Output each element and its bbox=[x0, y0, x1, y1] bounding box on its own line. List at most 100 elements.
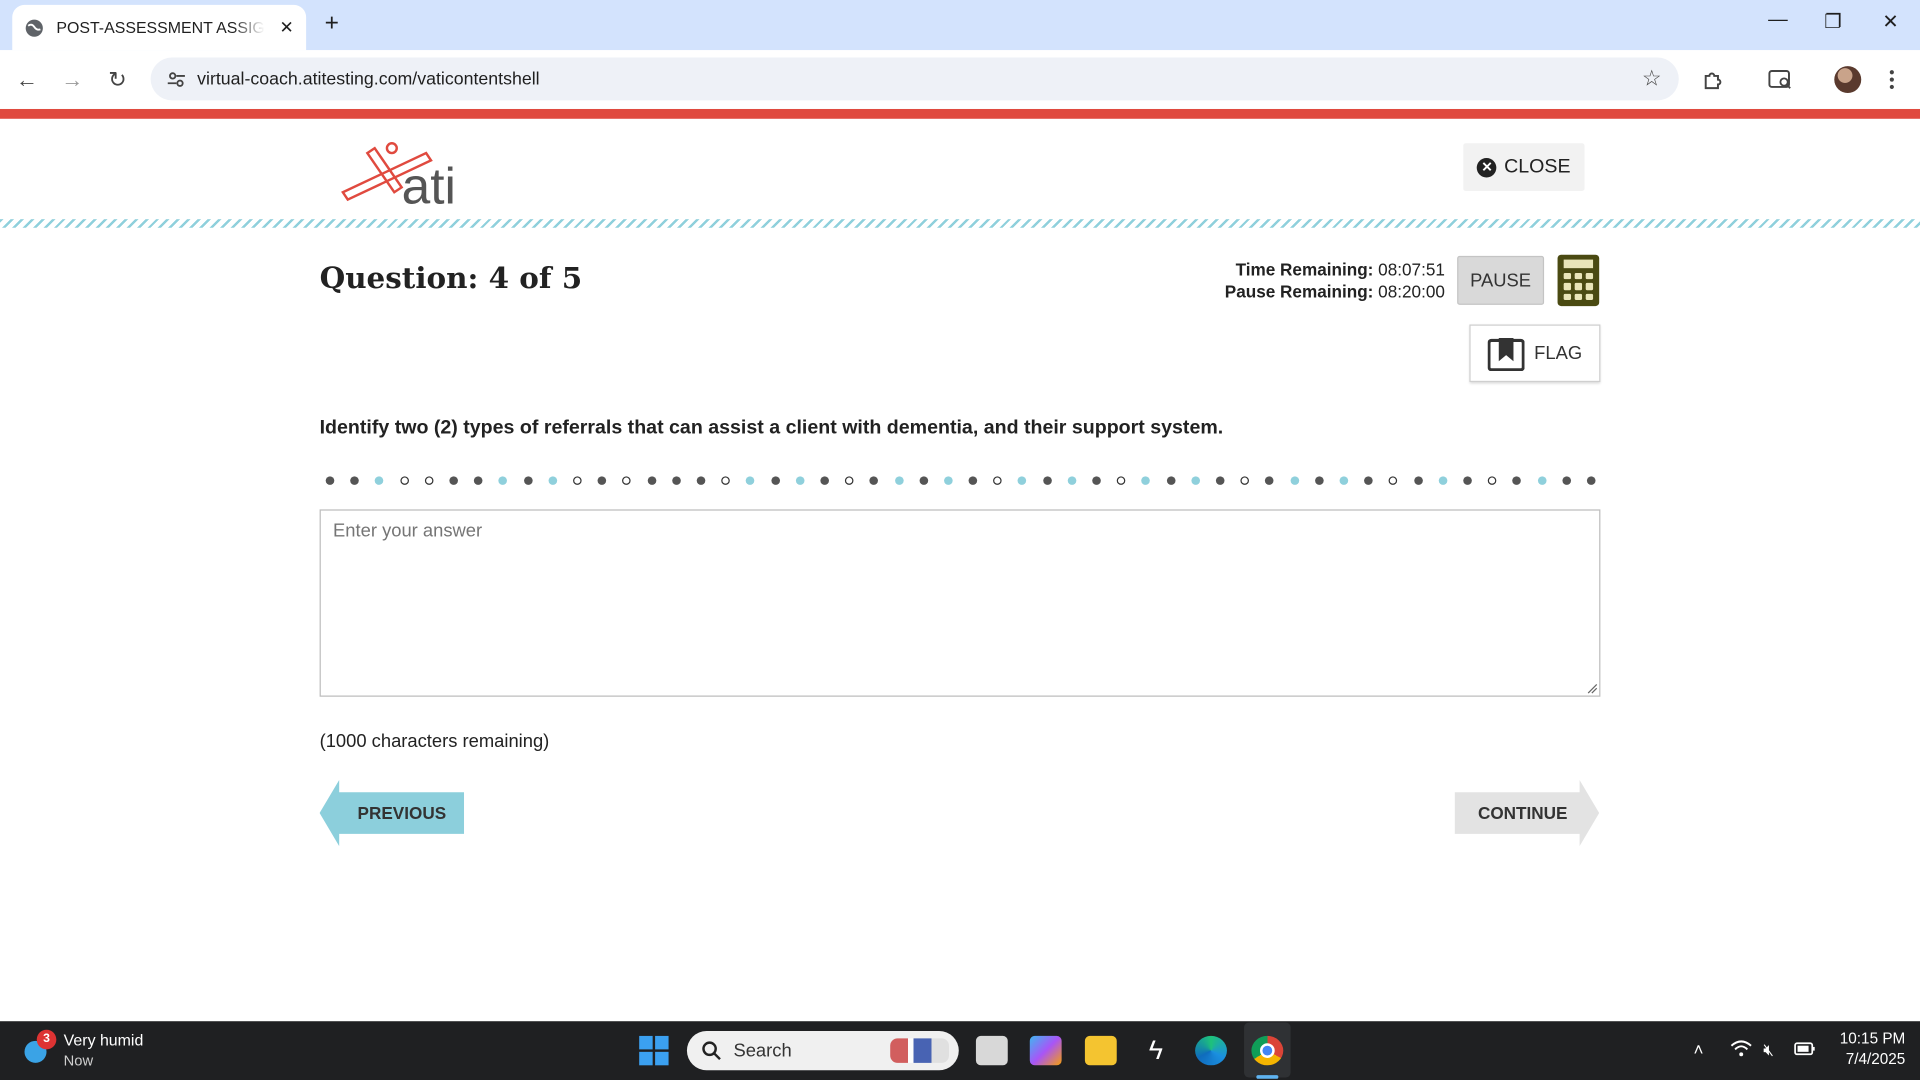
tab-close-icon[interactable]: ✕ bbox=[280, 17, 294, 38]
extensions-icon[interactable] bbox=[1698, 65, 1727, 94]
separator-dot bbox=[820, 476, 829, 485]
time-remaining-label: Time Remaining: bbox=[1235, 259, 1374, 280]
restore-icon[interactable]: ❐ bbox=[1818, 10, 1847, 34]
url-text: virtual-coach.atitesting.com/vaticontent… bbox=[197, 69, 540, 89]
separator-dot bbox=[1215, 476, 1225, 485]
close-label: CLOSE bbox=[1504, 156, 1571, 177]
new-tab-icon[interactable]: + bbox=[318, 11, 345, 38]
tab-search-icon[interactable] bbox=[1766, 65, 1795, 94]
separator-dot bbox=[894, 476, 904, 485]
forward-icon[interactable]: → bbox=[58, 65, 87, 94]
chrome-icon[interactable] bbox=[1251, 1035, 1284, 1066]
pause-remaining-label: Pause Remaining: bbox=[1224, 281, 1374, 302]
battery-icon[interactable] bbox=[1794, 1040, 1816, 1061]
clock-date: 7/4/2025 bbox=[1845, 1050, 1906, 1068]
task-view-icon[interactable] bbox=[975, 1035, 1008, 1066]
browser-tab[interactable]: POST-ASSESSMENT ASSIGNMENT ✕ bbox=[12, 4, 307, 51]
separator-dot bbox=[573, 476, 582, 485]
separator-dot bbox=[1141, 476, 1151, 485]
tray-chevron-icon[interactable]: ˄ bbox=[1693, 1040, 1703, 1060]
separator-dot bbox=[1117, 476, 1126, 485]
continue-button[interactable]: CONTINUE bbox=[1454, 780, 1600, 847]
previous-button[interactable]: PREVIOUS bbox=[319, 780, 465, 847]
screen: POST-ASSESSMENT ASSIGNMENT ✕ + — ❐ ✕ ← →… bbox=[0, 0, 1920, 1080]
separator-dot bbox=[1463, 476, 1472, 485]
minimize-icon[interactable]: — bbox=[1763, 10, 1792, 32]
weather-subtitle: Now bbox=[63, 1051, 94, 1069]
separator-dot bbox=[375, 476, 384, 485]
separator-dot bbox=[1389, 476, 1398, 485]
separator-dot bbox=[350, 476, 360, 485]
separator-dot bbox=[449, 476, 458, 485]
bookmark-flag-icon bbox=[1487, 337, 1525, 371]
separator-dot bbox=[671, 476, 681, 485]
browser-toolbar: ← → ↻ virtual-coach.atitesting.com/vatic… bbox=[0, 50, 1920, 109]
flag-button[interactable]: FLAG bbox=[1469, 324, 1601, 383]
separator-dot bbox=[1512, 476, 1522, 485]
active-app-indicator bbox=[1256, 1075, 1279, 1079]
separator-dot bbox=[746, 476, 755, 485]
separator-dot bbox=[1265, 476, 1275, 485]
site-settings-icon[interactable] bbox=[163, 69, 190, 89]
bookmark-star-icon[interactable]: ☆ bbox=[1642, 66, 1662, 92]
weather-widget[interactable]: 3 Very humid Now bbox=[20, 1029, 167, 1073]
separator-dot bbox=[1166, 476, 1176, 485]
separator-dot bbox=[1314, 476, 1324, 485]
separator-dot bbox=[1537, 476, 1547, 485]
reload-icon[interactable]: ↻ bbox=[103, 65, 132, 94]
window-close-icon[interactable]: ✕ bbox=[1876, 10, 1905, 34]
globe-icon bbox=[24, 18, 44, 38]
separator-dot bbox=[622, 476, 632, 485]
taskbar-search[interactable]: Search bbox=[686, 1031, 959, 1071]
clock-time: 10:15 PM bbox=[1839, 1029, 1906, 1047]
separator-dot bbox=[968, 476, 978, 485]
separator-dot bbox=[696, 476, 706, 485]
previous-label: PREVIOUS bbox=[357, 803, 447, 823]
separator-dot bbox=[845, 476, 854, 485]
flag-label: FLAG bbox=[1534, 342, 1583, 364]
header-divider bbox=[0, 219, 1920, 228]
top-accent-bar bbox=[0, 108, 1920, 119]
browser-tab-bar: POST-ASSESSMENT ASSIGNMENT ✕ + — ❐ ✕ bbox=[0, 0, 1920, 51]
svg-text:ati: ati bbox=[402, 156, 456, 212]
characters-remaining: (1000 characters remaining) bbox=[319, 731, 550, 752]
separator-dot bbox=[943, 476, 953, 485]
separator-dot bbox=[1364, 476, 1373, 485]
continue-label: CONTINUE bbox=[1477, 803, 1568, 823]
file-explorer-icon[interactable] bbox=[1084, 1035, 1117, 1066]
edge-icon[interactable] bbox=[1195, 1035, 1227, 1066]
resize-handle-icon[interactable] bbox=[1586, 682, 1598, 694]
copilot-icon[interactable] bbox=[1029, 1035, 1062, 1066]
app-lightning-icon[interactable]: ϟ bbox=[1140, 1035, 1172, 1065]
volume-muted-icon[interactable]: 🔇︎ bbox=[1763, 1040, 1774, 1061]
profile-avatar[interactable] bbox=[1834, 66, 1862, 94]
answer-input[interactable] bbox=[319, 509, 1601, 697]
question-title: Question: 4 of 5 bbox=[319, 259, 583, 296]
separator-dot bbox=[647, 476, 656, 485]
close-circle-icon: ✕ bbox=[1477, 157, 1497, 177]
close-button[interactable]: ✕ CLOSE bbox=[1463, 143, 1585, 192]
separator-dot bbox=[548, 476, 557, 485]
menu-kebab-icon[interactable] bbox=[1877, 65, 1906, 94]
ati-logo: ati bbox=[340, 138, 475, 214]
pause-remaining-value: 08:20:00 bbox=[1378, 281, 1445, 302]
calculator-icon[interactable] bbox=[1557, 254, 1600, 307]
separator-dot bbox=[721, 476, 730, 485]
separator-dot bbox=[869, 476, 879, 485]
separator-dot bbox=[919, 476, 928, 485]
system-clock[interactable]: 10:15 PM 7/4/2025 bbox=[1824, 1029, 1906, 1071]
wifi-icon[interactable] bbox=[1730, 1040, 1752, 1061]
tab-title: POST-ASSESSMENT ASSIGNMENT bbox=[56, 18, 265, 37]
separator-dot bbox=[1092, 476, 1101, 485]
pause-button[interactable]: PAUSE bbox=[1457, 255, 1545, 305]
separator-dot bbox=[474, 476, 483, 485]
separator-dot bbox=[399, 476, 409, 485]
separator-dot bbox=[1488, 476, 1497, 485]
separator-dot bbox=[1240, 476, 1250, 485]
separator-dot bbox=[1067, 476, 1077, 485]
separator-dot bbox=[498, 476, 508, 485]
separator-dot bbox=[325, 476, 335, 485]
address-bar[interactable]: virtual-coach.atitesting.com/vaticontent… bbox=[150, 57, 1679, 101]
windows-start-icon[interactable] bbox=[639, 1035, 669, 1066]
back-icon[interactable]: ← bbox=[12, 65, 41, 94]
